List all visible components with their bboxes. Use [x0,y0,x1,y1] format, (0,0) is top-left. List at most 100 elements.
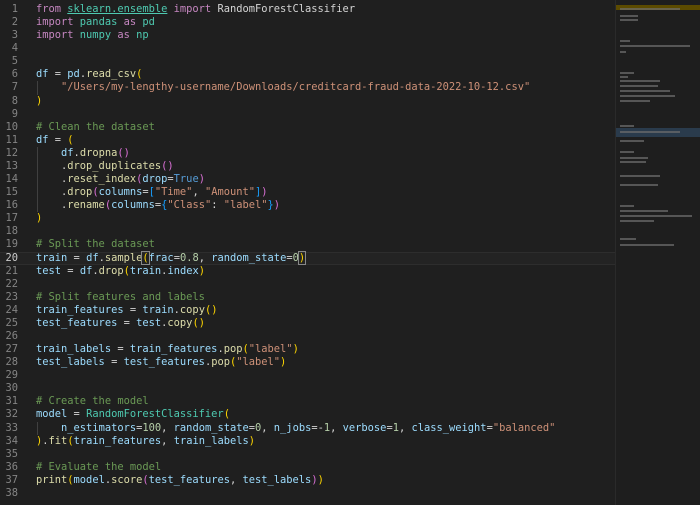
code-token: 100 [142,421,162,434]
minimap-line [620,85,658,87]
code-line[interactable]: 30 [0,382,615,395]
code-token: fit [48,434,68,447]
code-line[interactable]: 11 df = ( [0,134,615,147]
code-line[interactable]: 35 [0,448,615,461]
line-number: 5 [11,55,18,68]
code-line[interactable]: 37 print(model.score(test_features, test_… [0,474,615,487]
code-token: = [111,343,130,356]
line-number: 14 [5,173,18,186]
code-line[interactable]: 28 test_labels = test_features.pop("label… [0,356,615,369]
code-line[interactable]: 2 import pandas as pd [0,16,615,29]
code-line[interactable]: 6 df = pd.read_csv( [0,68,615,81]
code-token: ( [67,133,74,146]
code-line[interactable]: 26 [0,330,615,343]
line-number: 9 [11,107,18,120]
code-token: drop [67,186,93,199]
code-token: RandomForestClassifier [86,408,224,421]
minimap[interactable] [615,0,700,505]
code-line[interactable]: 3 import numpy as np [0,29,615,42]
code-token: copy [179,303,205,316]
minimap-line [620,95,675,97]
line-number: 13 [5,159,18,172]
line-number: 3 [11,29,18,42]
code-token: pd [142,16,155,29]
code-token: train [142,303,174,316]
code-line[interactable]: 20 train = df.sample(frac=0.8, random_sta… [0,250,615,265]
code-line[interactable]: 21 test = df.drop(train.index) [0,265,615,278]
code-line[interactable]: 36 # Evaluate the model [0,461,615,474]
code-token: drop [98,264,124,277]
code-token: print [36,473,68,486]
code-line[interactable]: 4 [0,42,615,55]
code-line[interactable]: 31 # Create the model [0,395,615,408]
code-token: pop [211,356,230,369]
code-line[interactable]: 17) [0,212,615,225]
code-line[interactable]: 12 df.dropna() [0,147,615,160]
code-line[interactable]: 8) [0,95,615,108]
code-line[interactable]: 5 [0,55,615,68]
code-token: "Class" [167,199,212,212]
code-text: model = RandomForestClassifier( [36,408,230,421]
code-line[interactable]: 27 train_labels = train_features.pop("lab… [0,343,615,356]
minimap-line [620,8,680,10]
code-line[interactable]: 23 # Split features and labels [0,291,615,304]
code-text: train_features = train.copy() [36,304,217,317]
code-token: import [36,29,80,42]
line-number: 21 [5,264,18,277]
code-token: index [167,264,199,277]
code-token: n_estimators [61,421,137,434]
code-text: ) [36,212,42,225]
code-line[interactable]: 10 # Clean the dataset [0,121,615,134]
line-number: 34 [5,434,18,447]
code-token: test_features [148,473,230,486]
code-line[interactable]: 7 "/Users/my-lengthy-username/Downloads/… [0,81,615,94]
minimap-line [620,125,634,127]
code-token: random_state [173,421,249,434]
code-token: ) [198,264,205,277]
line-number: 1 [11,3,18,15]
code-token: copy [167,316,193,329]
code-line[interactable]: 25 test_features = test.copy() [0,317,615,330]
minimap-line [620,40,630,42]
code-line[interactable]: 33 n_estimators=100, random_state=0, n_j… [0,422,615,435]
code-text: print(model.score(test_features, test_la… [36,474,324,487]
code-line[interactable]: 1 from sklearn.ensemble import RandomFore… [0,3,615,16]
code-token: "Amount" [204,186,256,199]
code-token: # Clean the dataset [36,120,155,133]
code-line[interactable]: 24 train_features = train.copy() [0,304,615,317]
code-line[interactable]: 38 [0,487,615,500]
code-token: , [330,421,343,434]
code-line[interactable]: 9 [0,108,615,121]
line-number: 29 [5,369,18,382]
code-line[interactable]: 14 .reset_index(drop=True) [0,173,615,186]
minimap-line [620,175,660,177]
code-line[interactable]: 32 model = RandomForestClassifier( [0,408,615,421]
minimap-line [620,131,680,133]
code-line[interactable]: 15 .drop(columns=["Time", "Amount"]) [0,186,615,199]
code-line[interactable]: 13 .drop_duplicates() [0,160,615,173]
code-line[interactable]: 16 .rename(columns={"Class": "label"}) [0,199,615,212]
code-line[interactable]: 34).fit(train_features, train_labels) [0,435,615,448]
code-token: : [211,199,224,212]
code-token: . [36,159,68,172]
minimap-line [620,90,670,92]
code-text: import pandas as pd [36,16,155,29]
code-token: ) [297,250,307,265]
minimap-line [620,220,654,222]
code-line[interactable]: 22 [0,278,615,291]
code-line[interactable]: 29 [0,369,615,382]
code-text: test = df.drop(train.index) [36,265,205,278]
code-token: ) [261,186,268,199]
line-number: 22 [5,277,18,290]
code-line[interactable]: 19 # Split the dataset [0,238,615,251]
code-editor[interactable]: 1 from sklearn.ensemble import RandomFore… [0,0,615,505]
code-token: =- [311,421,324,434]
code-token: ) [292,343,299,356]
minimap-line [620,215,692,217]
line-number: 36 [5,460,18,473]
code-line[interactable]: 18 [0,225,615,238]
code-token: pd [67,68,80,81]
code-text: # Split the dataset [36,238,155,251]
code-token: ) [248,434,256,447]
code-token: ( [223,408,230,421]
